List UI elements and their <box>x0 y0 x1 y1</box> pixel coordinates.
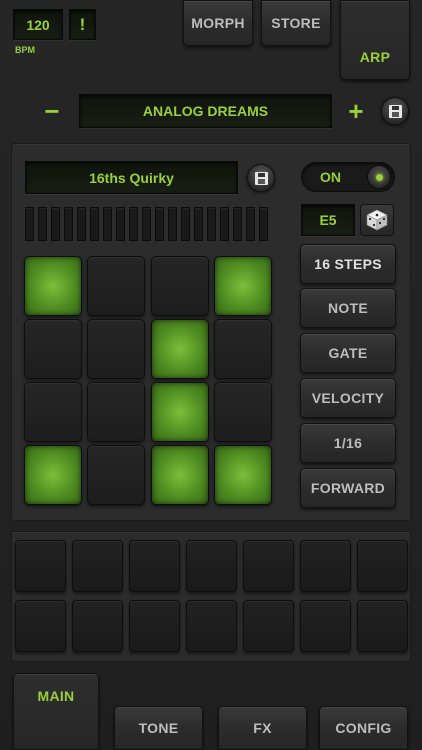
sequencer-step[interactable] <box>357 540 408 592</box>
arp-pad[interactable] <box>87 445 145 505</box>
dice-icon <box>366 209 388 231</box>
arp-pad[interactable] <box>151 319 209 379</box>
morph-button[interactable]: MORPH <box>183 0 253 46</box>
preset-name: ANALOG DREAMS <box>142 103 269 119</box>
steps-button[interactable]: 16 STEPS <box>300 244 396 284</box>
preset-prev-button[interactable]: − <box>37 96 67 126</box>
sequencer-step[interactable] <box>300 600 351 652</box>
sequencer-step[interactable] <box>15 540 66 592</box>
led-indicator-icon <box>375 173 383 181</box>
alert-button[interactable]: ! <box>69 9 96 40</box>
arp-pad[interactable] <box>214 256 272 316</box>
sequencer-step[interactable] <box>243 540 294 592</box>
arp-pad[interactable] <box>87 319 145 379</box>
pattern-name: 16ths Quirky <box>89 169 174 186</box>
arp-pad[interactable] <box>151 445 209 505</box>
note-button[interactable]: NOTE <box>300 288 396 328</box>
sequencer-step[interactable] <box>300 540 351 592</box>
bpm-display[interactable]: 120 <box>13 9 63 40</box>
sequencer-step[interactable] <box>15 600 66 652</box>
sequencer-step[interactable] <box>72 540 123 592</box>
arp-on-label: ON <box>320 169 341 185</box>
velocity-button[interactable]: VELOCITY <box>300 378 396 418</box>
rate-button[interactable]: 1/16 <box>300 423 396 463</box>
sequencer-step[interactable] <box>186 540 237 592</box>
sequencer-step[interactable] <box>186 600 237 652</box>
direction-button[interactable]: FORWARD <box>300 468 396 508</box>
preset-save-button[interactable] <box>381 97 409 125</box>
bpm-value: 120 <box>26 16 50 33</box>
arp-on-toggle[interactable]: ON <box>301 162 395 192</box>
sequencer-grid <box>15 540 408 655</box>
arp-pad[interactable] <box>24 445 82 505</box>
bpm-label: BPM <box>15 45 35 55</box>
arp-pad[interactable] <box>87 256 145 316</box>
pattern-save-button[interactable] <box>247 164 275 192</box>
arp-pad[interactable] <box>214 445 272 505</box>
tab-fx[interactable]: FX <box>218 706 307 750</box>
arp-pad[interactable] <box>24 256 82 316</box>
save-icon <box>254 171 268 185</box>
sequencer-step[interactable] <box>357 600 408 652</box>
step-indicator-strip <box>25 207 273 241</box>
note-display[interactable]: E5 <box>301 204 355 236</box>
pattern-name-display[interactable]: 16ths Quirky <box>25 161 238 194</box>
arp-pad-grid <box>24 256 274 506</box>
arp-pad[interactable] <box>87 382 145 442</box>
store-button[interactable]: STORE <box>261 0 331 46</box>
tab-tone[interactable]: TONE <box>114 706 203 750</box>
preset-next-button[interactable]: + <box>341 96 371 126</box>
arp-pad[interactable] <box>214 382 272 442</box>
sequencer-step[interactable] <box>129 540 180 592</box>
arp-pad[interactable] <box>151 382 209 442</box>
sequencer-step[interactable] <box>72 600 123 652</box>
tab-main[interactable]: MAIN <box>13 673 99 750</box>
arp-button[interactable]: ARP <box>340 0 410 80</box>
arp-pad[interactable] <box>151 256 209 316</box>
sequencer-step[interactable] <box>129 600 180 652</box>
randomize-button[interactable] <box>360 204 394 236</box>
arp-pad[interactable] <box>214 319 272 379</box>
toggle-knob <box>367 165 391 189</box>
preset-name-display[interactable]: ANALOG DREAMS <box>79 94 332 128</box>
gate-button[interactable]: GATE <box>300 333 396 373</box>
save-icon <box>388 104 402 118</box>
sequencer-step[interactable] <box>243 600 294 652</box>
arp-pad[interactable] <box>24 382 82 442</box>
arp-pad[interactable] <box>24 319 82 379</box>
note-value: E5 <box>319 212 337 228</box>
tab-config[interactable]: CONFIG <box>319 706 408 750</box>
